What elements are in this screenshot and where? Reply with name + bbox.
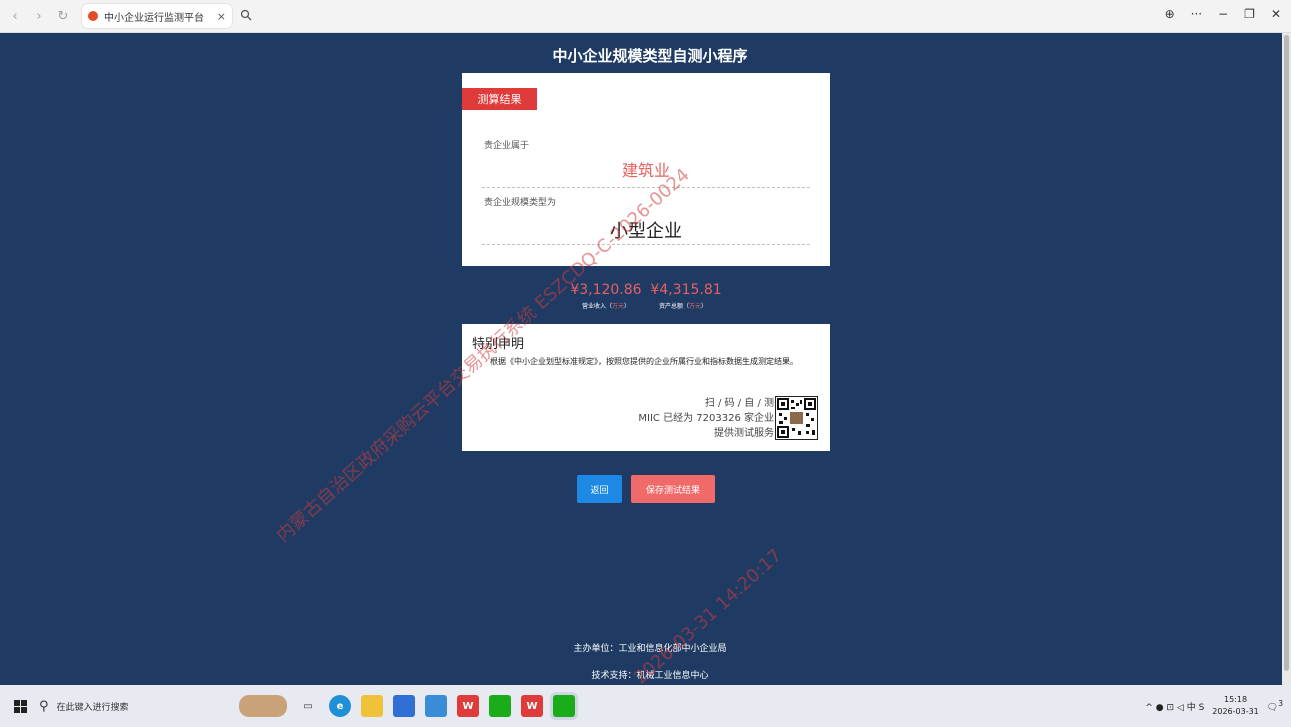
start-button[interactable] bbox=[7, 693, 33, 719]
more-icon[interactable]: ··· bbox=[1191, 7, 1202, 21]
site-favicon-icon bbox=[88, 11, 98, 21]
belongs-label: 贵企业属于 bbox=[484, 141, 530, 151]
window-controls: ⊕ ··· − ❐ ✕ bbox=[1165, 7, 1281, 21]
system-tray: ^ ● ⊡ ◁ 中 S 15:18 2026-03-31 🗨3 bbox=[1145, 685, 1283, 727]
scan-info: 扫 / 码 / 自 / 测 MIIC 已经为 7203326 家企业 提供测试服… bbox=[638, 396, 774, 441]
chat-app-icon[interactable] bbox=[553, 695, 575, 717]
clock[interactable]: 15:18 2026-03-31 bbox=[1212, 694, 1259, 718]
size-label: 贵企业规模类型为 bbox=[484, 198, 557, 208]
notification-icon[interactable]: 🗨3 bbox=[1267, 699, 1283, 713]
notification-count: 3 bbox=[1278, 699, 1283, 708]
restore-button[interactable]: ❐ bbox=[1244, 7, 1255, 21]
taskbar-search-placeholder: 在此键入进行搜索 bbox=[56, 702, 129, 713]
industry-value: 建筑业 bbox=[621, 161, 670, 180]
wechat-icon[interactable] bbox=[489, 695, 511, 717]
back-nav-button[interactable]: ‹ bbox=[6, 7, 24, 25]
revenue-value: ¥3,120.86 bbox=[570, 282, 642, 298]
page-content: 中小企业规模类型自测小程序 测算结果 贵企业属于 建筑业 贵企业规模类型为 小型… bbox=[0, 33, 1282, 689]
browser-tab[interactable]: 中小企业运行监测平台 × bbox=[82, 4, 232, 28]
declaration-body: 根据《中小企业划型标准规定》，按照您提供的企业所属行业和指标数据生成测定结果。 bbox=[490, 357, 798, 366]
wps-office-icon[interactable]: W bbox=[521, 695, 543, 717]
tab-title: 中小企业运行监测平台 bbox=[104, 12, 204, 24]
refresh-button[interactable]: ↻ bbox=[54, 7, 72, 25]
browser-toolbar: ‹ › ↻ 中小企业运行监测平台 × ⊕ ··· − ❐ ✕ bbox=[0, 0, 1291, 33]
result-ribbon: 测算结果 bbox=[462, 88, 537, 110]
page-title: 中小企业规模类型自测小程序 bbox=[552, 47, 748, 65]
taskbar-apps: ▭ e W W bbox=[239, 695, 575, 717]
search-icon: ⚲ bbox=[39, 698, 49, 714]
result-card: 测算结果 贵企业属于 建筑业 贵企业规模类型为 小型企业 bbox=[462, 73, 830, 266]
assets-label: 资产总额 bbox=[659, 303, 684, 310]
close-window-button[interactable]: ✕ bbox=[1271, 7, 1281, 21]
taskbar-search[interactable]: ⚲ 在此键入进行搜索 bbox=[39, 692, 209, 720]
back-button[interactable]: 返回 bbox=[577, 475, 622, 503]
wps-icon[interactable]: W bbox=[457, 695, 479, 717]
divider bbox=[482, 244, 810, 245]
scrollbar-thumb[interactable] bbox=[1284, 35, 1289, 671]
revenue-caption: 营业收入（万元） bbox=[582, 303, 631, 310]
forward-nav-button[interactable]: › bbox=[30, 7, 48, 25]
assets-unit: 万元 bbox=[689, 303, 702, 310]
cloud-app-icon[interactable] bbox=[425, 695, 447, 717]
revenue-label: 营业收入 bbox=[582, 303, 607, 310]
store-icon[interactable] bbox=[393, 695, 415, 717]
clock-date: 2026-03-31 bbox=[1212, 707, 1259, 716]
assets-value: ¥4,315.81 bbox=[650, 282, 722, 298]
save-result-button[interactable]: 保存测试结果 bbox=[631, 475, 715, 503]
file-explorer-icon[interactable] bbox=[361, 695, 383, 717]
scan-line: 提供测试服务 bbox=[714, 428, 774, 439]
vertical-scrollbar[interactable] bbox=[1282, 33, 1291, 685]
clock-time: 15:18 bbox=[1224, 695, 1248, 704]
scan-line: MIIC 已经为 7203326 家企业 bbox=[638, 413, 774, 424]
tray-icons[interactable]: ^ ● ⊡ ◁ 中 S bbox=[1145, 700, 1204, 713]
minimize-button[interactable]: − bbox=[1218, 7, 1228, 21]
metrics-row: ¥3,120.86 ¥4,315.81 营业收入（万元） 资产总额（万元） bbox=[462, 279, 830, 310]
assets-caption: 资产总额（万元） bbox=[659, 303, 708, 310]
scan-line: 扫 / 码 / 自 / 测 bbox=[704, 398, 774, 409]
tab-close-icon[interactable]: × bbox=[217, 10, 226, 23]
revenue-unit: 万元 bbox=[612, 303, 625, 310]
task-view-icon[interactable]: ▭ bbox=[297, 695, 319, 717]
footer-sponsor: 主办单位：工业和信息化部中小企业局 bbox=[573, 644, 727, 654]
taskbar: ⚲ 在此键入进行搜索 ▭ e W W ^ ● ⊡ ◁ 中 S 15:18 202… bbox=[0, 685, 1291, 727]
edge-browser-icon[interactable]: e bbox=[329, 695, 351, 717]
globe-icon[interactable]: ⊕ bbox=[1165, 7, 1175, 21]
qr-code-icon bbox=[775, 396, 818, 440]
news-widget-icon[interactable] bbox=[239, 695, 287, 717]
declaration-card: 特别申明 根据《中小企业划型标准规定》，按照您提供的企业所属行业和指标数据生成测… bbox=[462, 324, 830, 451]
search-icon[interactable] bbox=[240, 9, 252, 24]
